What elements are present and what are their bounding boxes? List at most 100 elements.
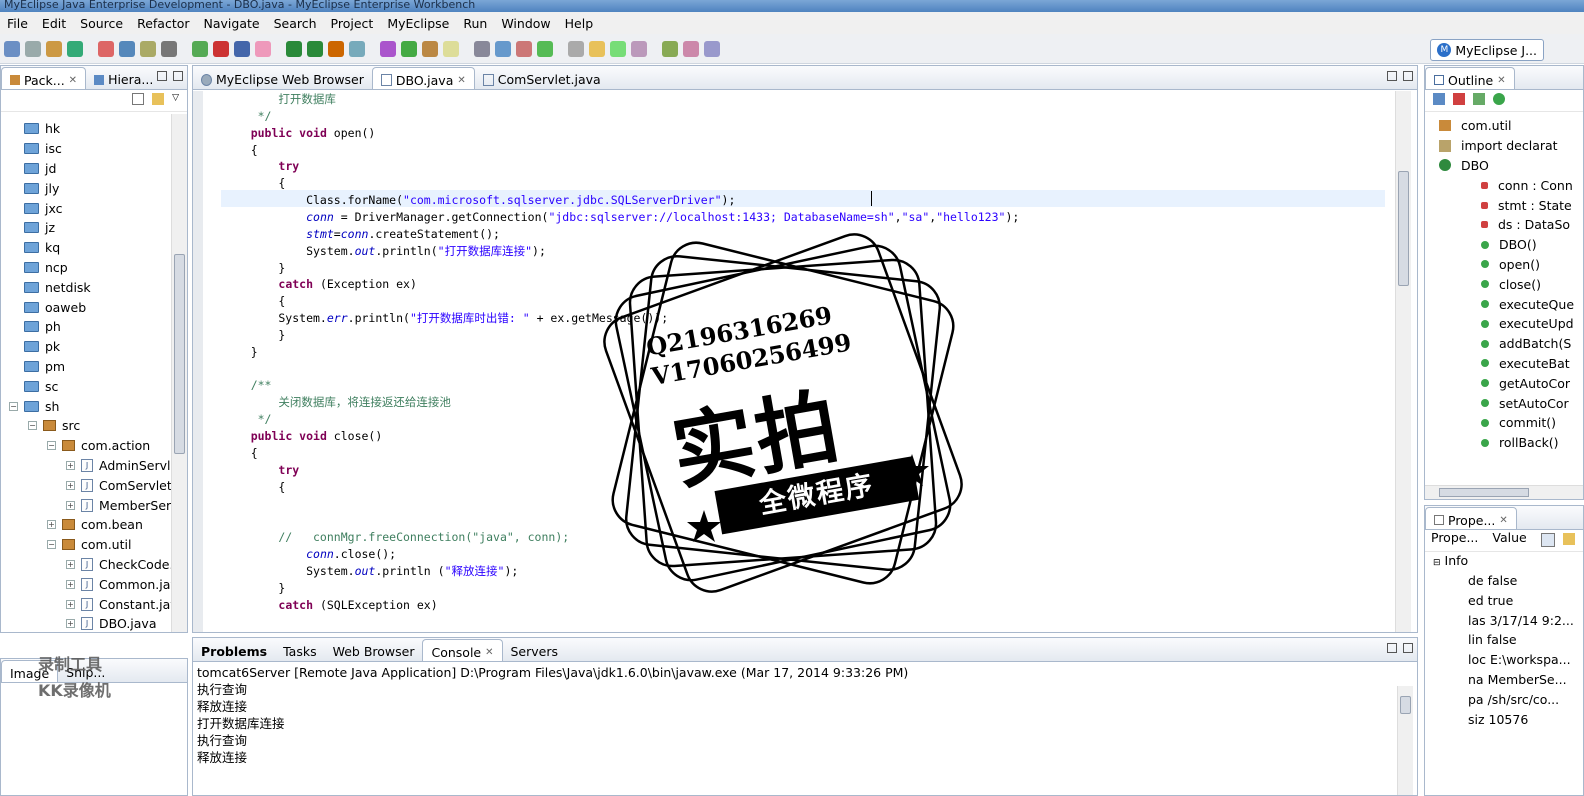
- sort-icon[interactable]: [1433, 93, 1445, 105]
- toolbar-button-icon[interactable]: [537, 40, 553, 57]
- menu-item-source[interactable]: Source: [73, 16, 130, 31]
- outline-item[interactable]: addBatch(S: [1481, 334, 1571, 354]
- menu-item-navigate[interactable]: Navigate: [197, 16, 267, 31]
- menu-item-window[interactable]: Window: [494, 16, 557, 31]
- outline-item[interactable]: conn : Conn: [1481, 175, 1573, 195]
- tree-item[interactable]: ph: [9, 317, 61, 337]
- tree-item[interactable]: hk: [9, 119, 60, 139]
- outline-item[interactable]: commit(): [1481, 413, 1556, 433]
- tree-item[interactable]: + J ComServlet.j: [66, 475, 179, 495]
- toolbar-button-icon[interactable]: [192, 40, 208, 57]
- tree-item[interactable]: + J Constant.jav: [66, 594, 178, 614]
- expand-icon[interactable]: +: [66, 599, 75, 609]
- outline-item[interactable]: close(): [1481, 274, 1541, 294]
- tab-editor-1[interactable]: DBO.java ✕: [371, 67, 475, 89]
- toolbar-button-icon[interactable]: [474, 40, 490, 57]
- tree-item[interactable]: + J MemberSer: [66, 495, 171, 515]
- property-row[interactable]: ed true: [1468, 591, 1513, 611]
- tree-item[interactable]: pk: [9, 337, 60, 357]
- toolbar-button-icon[interactable]: [631, 40, 647, 57]
- close-icon[interactable]: ✕: [69, 75, 77, 86]
- toolbar-button-icon[interactable]: [119, 40, 135, 57]
- maximize-icon[interactable]: [1403, 643, 1413, 653]
- outline-item[interactable]: DBO(): [1481, 235, 1537, 255]
- toolbar-button-icon[interactable]: [255, 40, 271, 57]
- tree-item[interactable]: − src: [28, 416, 80, 436]
- toolbar-button-icon[interactable]: [161, 40, 177, 57]
- tree-item[interactable]: + J AdminServle: [66, 456, 178, 476]
- scroll-thumb[interactable]: [1439, 488, 1529, 497]
- tab-outline[interactable]: Outline ✕: [1425, 67, 1515, 89]
- collapse-icon[interactable]: ⊟: [1433, 558, 1441, 568]
- tab-problems[interactable]: Problems: [193, 639, 275, 661]
- tree-item[interactable]: netdisk: [9, 277, 91, 297]
- menu-item-run[interactable]: Run: [456, 16, 494, 31]
- advanced-icon[interactable]: [1563, 533, 1575, 545]
- code-area[interactable]: 打开数据库 */ public void open() { try { Clas…: [223, 91, 1393, 632]
- collapse-icon[interactable]: −: [47, 441, 56, 451]
- console-scrollbar[interactable]: [1397, 686, 1413, 795]
- outline-item[interactable]: DBO: [1439, 156, 1489, 176]
- tree-item[interactable]: + J CheckCode.j: [66, 555, 177, 575]
- toolbar-button-icon[interactable]: [67, 40, 83, 57]
- expand-icon[interactable]: +: [47, 520, 56, 530]
- tree-item[interactable]: sc: [9, 376, 58, 396]
- expand-icon[interactable]: +: [66, 480, 75, 490]
- tree-item[interactable]: kq: [9, 238, 60, 258]
- property-row[interactable]: de false: [1468, 571, 1517, 591]
- toolbar-button-icon[interactable]: [495, 40, 511, 57]
- tab-package-explorer[interactable]: Pack... ✕: [1, 67, 87, 89]
- hide-static-icon[interactable]: [1473, 93, 1485, 105]
- tab-editor-2[interactable]: ComServlet.java: [475, 67, 609, 89]
- toolbar-button-icon[interactable]: [25, 40, 41, 57]
- toolbar-button-icon[interactable]: [286, 40, 302, 57]
- outline-item[interactable]: setAutoCor: [1481, 393, 1569, 413]
- tab-editor-0[interactable]: MyEclipse Web Browser: [193, 67, 372, 89]
- toolbar-button-icon[interactable]: [328, 40, 344, 57]
- outline-item[interactable]: executeQue: [1481, 294, 1574, 314]
- outline-item[interactable]: stmt : State: [1481, 195, 1572, 215]
- tab-console[interactable]: Console ✕: [422, 639, 503, 661]
- toolbar-button-icon[interactable]: [380, 40, 396, 57]
- properties-group[interactable]: ⊟ Info: [1433, 551, 1468, 571]
- tab-tasks[interactable]: Tasks: [275, 639, 325, 661]
- tree-item[interactable]: jd: [9, 159, 56, 179]
- categories-icon[interactable]: [1541, 533, 1555, 547]
- toolbar-button-icon[interactable]: [234, 40, 250, 57]
- tab-web-browser[interactable]: Web Browser: [325, 639, 423, 661]
- toolbar-button-icon[interactable]: [422, 40, 438, 57]
- expand-icon[interactable]: +: [66, 500, 75, 510]
- tree-item[interactable]: jly: [9, 178, 59, 198]
- expand-icon[interactable]: +: [66, 460, 75, 470]
- toolbar-button-icon[interactable]: [610, 40, 626, 57]
- perspective-switcher[interactable]: M MyEclipse J...: [1430, 39, 1544, 61]
- toolbar-button-icon[interactable]: [683, 40, 699, 57]
- toolbar-button-icon[interactable]: [568, 40, 584, 57]
- tab-hierarchy[interactable]: Hiera...: [86, 67, 161, 89]
- outline-item[interactable]: ds : DataSo: [1481, 215, 1570, 235]
- package-tree-scrollbar[interactable]: [171, 114, 187, 632]
- minimize-icon[interactable]: [1387, 71, 1397, 81]
- close-icon[interactable]: ✕: [1499, 515, 1507, 526]
- menu-item-search[interactable]: Search: [267, 16, 324, 31]
- tree-item[interactable]: − sh: [9, 396, 59, 416]
- toolbar-button-icon[interactable]: [443, 40, 459, 57]
- menu-item-help[interactable]: Help: [558, 16, 601, 31]
- toolbar-button-icon[interactable]: [401, 40, 417, 57]
- property-row[interactable]: pa /sh/src/co...: [1468, 690, 1559, 710]
- menu-item-refactor[interactable]: Refactor: [130, 16, 196, 31]
- menu-item-file[interactable]: File: [0, 16, 35, 31]
- hide-fields-icon[interactable]: [1453, 93, 1465, 105]
- expand-icon[interactable]: +: [66, 579, 75, 589]
- expand-icon[interactable]: +: [66, 559, 75, 569]
- toolbar-button-icon[interactable]: [349, 40, 365, 57]
- toolbar-button-icon[interactable]: [307, 40, 323, 57]
- tree-item[interactable]: − com.action: [47, 436, 150, 456]
- toolbar-button-icon[interactable]: [704, 40, 720, 57]
- menu-item-myeclipse[interactable]: MyEclipse: [380, 16, 456, 31]
- tree-item[interactable]: + J DBO.java: [66, 614, 156, 632]
- tree-item[interactable]: ncp: [9, 258, 68, 278]
- scroll-thumb[interactable]: [1400, 696, 1411, 714]
- property-row[interactable]: na MemberSe...: [1468, 670, 1567, 690]
- tree-item[interactable]: + com.bean: [47, 515, 143, 535]
